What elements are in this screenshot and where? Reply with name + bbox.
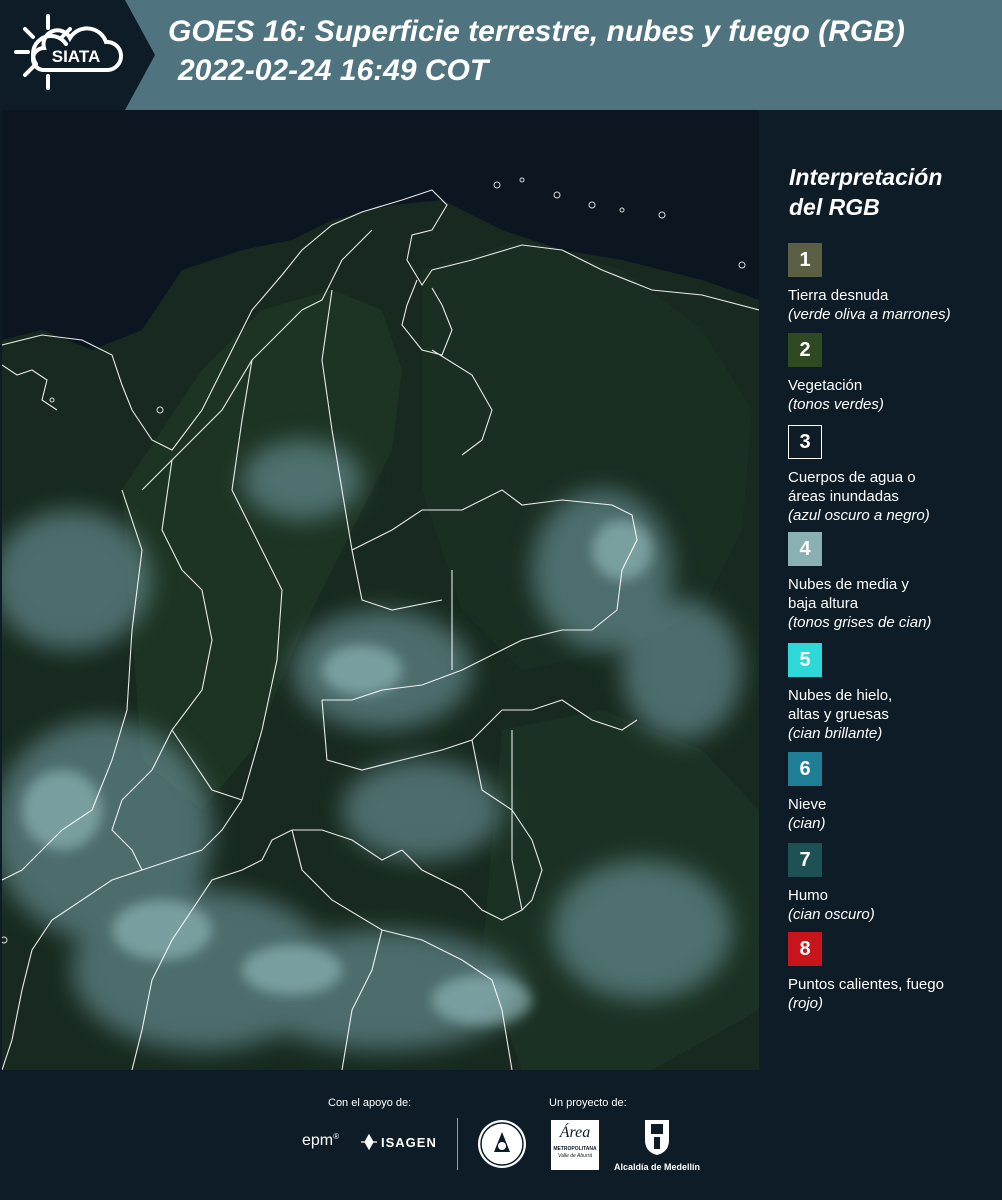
legend-sublabel: (rojo) (788, 995, 824, 1012)
legend-label-line: baja altura (788, 595, 859, 612)
satellite-rgb-image (2, 110, 759, 1070)
legend-swatch: 7 (788, 843, 822, 877)
legend-sublabel: (azul oscuro a negro) (788, 507, 930, 524)
legend-label-line: Nubes de media y (788, 576, 909, 593)
legend-title-line1: Interpretación (789, 164, 943, 190)
legend-label: Tierra desnuda (788, 287, 889, 304)
satellite-map (2, 110, 759, 1070)
legend-item-smoke: 7 Humo (cian oscuro) (788, 843, 998, 924)
legend-label: Nieve (788, 796, 827, 813)
seal-logo (476, 1118, 528, 1175)
area-logo-script: Área (559, 1124, 591, 1141)
legend-item-ice-clouds: 5 Nubes de hielo, altas y gruesas (cian … (788, 643, 998, 743)
isagen-logo-text: ISAGEN (381, 1134, 437, 1150)
header-bar: SIATA GOES 16: Superficie terrestre, nub… (0, 0, 1002, 110)
legend-swatch: 5 (788, 643, 822, 677)
legend-swatch: 1 (788, 243, 822, 277)
legend-sublabel: (tonos verdes) (788, 396, 884, 413)
isagen-mark-icon (361, 1134, 377, 1150)
legend-item-vegetation: 2 Vegetación (tonos verdes) (788, 333, 998, 414)
legend-item-fire: 8 Puntos calientes, fuego (rojo) (788, 932, 998, 1013)
legend-swatch: 4 (788, 532, 822, 566)
legend-item-mid-low-clouds: 4 Nubes de media y baja altura (tonos gr… (788, 532, 998, 632)
legend-label: Nubes de media y baja altura (788, 575, 998, 613)
epm-logo: epm® (302, 1132, 340, 1149)
siata-logo-text: SIATA (52, 47, 100, 66)
legend-title-line2: del RGB (789, 194, 880, 220)
alcaldia-shield-icon (645, 1120, 669, 1155)
legend-label-line: áreas inundadas (788, 488, 899, 505)
legend-swatch: 2 (788, 333, 822, 367)
page-timestamp: 2022-02-24 16:49 COT (178, 54, 489, 87)
support-label: Con el apoyo de: (328, 1097, 412, 1109)
legend-swatch: 3 (788, 425, 822, 459)
legend-title: Interpretación del RGB (789, 162, 989, 222)
legend-swatch: 6 (788, 752, 822, 786)
legend-label: Puntos calientes, fuego (788, 976, 944, 993)
legend-label-line: Cuerpos de agua o (788, 469, 916, 486)
epm-logo-text: epm (302, 1132, 334, 1149)
alcaldia-logo: Alcaldía de Medellín (612, 1118, 702, 1173)
legend-sublabel: (tonos grises de cian) (788, 614, 932, 631)
alcaldia-text: Alcaldía de Medellín (613, 1162, 701, 1172)
legend-label: Vegetación (788, 377, 863, 394)
project-label: Un proyecto de: (549, 1097, 627, 1109)
legend-label: Nubes de hielo, altas y gruesas (788, 686, 998, 724)
legend-item-water: 3 Cuerpos de agua o áreas inundadas (azu… (788, 425, 998, 525)
legend-label: Humo (788, 887, 829, 904)
legend-item-snow: 6 Nieve (cian) (788, 752, 998, 833)
footer: Con el apoyo de: Un proyecto de: epm® IS… (0, 1070, 1002, 1200)
area-metropolitana-logo: Área METROPOLITANA Valle de Aburrá (551, 1120, 599, 1170)
legend-label-line: altas y gruesas (788, 706, 889, 723)
footer-divider (457, 1118, 458, 1170)
area-logo-sub: Valle de Aburrá (557, 1153, 593, 1159)
legend-sublabel: (verde oliva a marrones) (788, 306, 951, 323)
seal-icon (478, 1120, 526, 1168)
legend-panel: Interpretación del RGB 1 Tierra desnuda … (759, 110, 1002, 1070)
page-title: GOES 16: Superficie terrestre, nubes y f… (168, 15, 905, 48)
isagen-logo: ISAGEN (360, 1134, 437, 1150)
legend-label: Cuerpos de agua o áreas inundadas (788, 468, 998, 506)
area-logo-name: METROPOLITANA (553, 1146, 597, 1152)
legend-swatch: 8 (788, 932, 822, 966)
legend-sublabel: (cian brillante) (788, 725, 883, 742)
legend-sublabel: (cian oscuro) (788, 906, 875, 923)
legend-item-bare-land: 1 Tierra desnuda (verde oliva a marrones… (788, 243, 998, 324)
siata-logo: SIATA (0, 0, 155, 110)
legend-sublabel: (cian) (788, 815, 826, 832)
legend-label-line: Nubes de hielo, (788, 687, 893, 704)
